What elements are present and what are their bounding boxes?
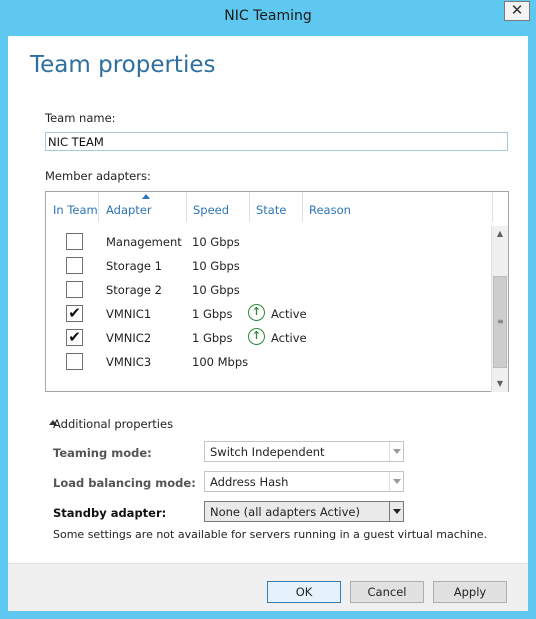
member-adapters-list: In Team Adapter Speed State Reason Manag…: [45, 191, 509, 392]
window-title: NIC Teaming: [224, 8, 312, 24]
standby-adapter-label: Standby adapter:: [53, 506, 167, 520]
column-divider[interactable]: [302, 192, 303, 222]
scroll-down-arrow-icon[interactable]: ▼: [492, 376, 508, 392]
column-divider[interactable]: [249, 192, 250, 222]
adapter-name: VMNIC3: [106, 355, 152, 369]
sort-ascending-icon: [142, 194, 150, 199]
ok-button[interactable]: OK: [267, 581, 341, 603]
adapter-row-storage-1[interactable]: Storage 1 10 Gbps: [46, 254, 492, 278]
standby-adapter-value: None (all adapters Active): [210, 505, 360, 519]
additional-properties-toggle[interactable]: Additional properties: [53, 417, 173, 431]
button-bar: OK Cancel Apply: [8, 563, 528, 611]
in-team-checkbox-checked[interactable]: ✔: [66, 305, 83, 322]
vertical-scrollbar[interactable]: ▲ ≡ ▼: [491, 226, 508, 392]
adapter-name: Storage 1: [106, 259, 162, 273]
page-title: Team properties: [30, 52, 216, 78]
active-arrow-up-icon: ↑: [248, 328, 265, 345]
adapter-speed: 1 Gbps: [192, 331, 233, 345]
adapter-speed: 10 Gbps: [192, 283, 240, 297]
adapter-row-vmnic1[interactable]: ✔ VMNIC1 1 Gbps ↑ Active: [46, 302, 492, 326]
adapter-speed: 1 Gbps: [192, 307, 233, 321]
team-name-label: Team name:: [45, 111, 116, 125]
grip-icon: ≡: [497, 317, 504, 326]
column-header-adapter[interactable]: Adapter: [106, 203, 152, 217]
adapter-row-vmnic3[interactable]: VMNIC3 100 Mbps: [46, 350, 492, 374]
title-bar[interactable]: NIC Teaming ✕: [0, 0, 536, 36]
guest-vm-note: Some settings are not available for serv…: [53, 528, 488, 541]
member-adapters-label: Member adapters:: [45, 169, 151, 183]
close-button[interactable]: ✕: [504, 1, 530, 21]
dropdown-arrow-icon[interactable]: [389, 502, 403, 521]
in-team-checkbox[interactable]: [66, 281, 83, 298]
adapter-speed: 10 Gbps: [192, 235, 240, 249]
standby-adapter-select[interactable]: None (all adapters Active): [204, 501, 404, 522]
nic-teaming-window: NIC Teaming ✕ Team properties Team name:…: [0, 0, 536, 619]
scrollbar-thumb[interactable]: ≡: [493, 276, 507, 368]
column-header-state[interactable]: State: [256, 203, 286, 217]
adapter-speed: 100 Mbps: [192, 355, 249, 369]
dialog-body: Team properties Team name: Member adapte…: [8, 36, 528, 611]
adapter-state: Active: [271, 331, 307, 345]
load-balancing-value: Address Hash: [210, 475, 289, 489]
adapter-name: VMNIC1: [106, 307, 152, 321]
dropdown-arrow-icon[interactable]: [389, 472, 403, 491]
active-arrow-up-icon: ↑: [248, 304, 265, 321]
load-balancing-label: Load balancing mode:: [53, 476, 196, 490]
in-team-checkbox[interactable]: [66, 353, 83, 370]
column-header-reason[interactable]: Reason: [309, 203, 351, 217]
column-divider[interactable]: [492, 192, 493, 222]
adapter-row-vmnic2[interactable]: ✔ VMNIC2 1 Gbps ↑ Active: [46, 326, 492, 350]
adapter-speed: 10 Gbps: [192, 259, 240, 273]
adapter-row-management[interactable]: Management 10 Gbps: [46, 230, 492, 254]
in-team-checkbox[interactable]: [66, 233, 83, 250]
teaming-mode-value: Switch Independent: [210, 445, 325, 459]
adapter-state: Active: [271, 307, 307, 321]
scroll-up-arrow-icon[interactable]: ▲: [492, 226, 508, 242]
adapter-row-storage-2[interactable]: Storage 2 10 Gbps: [46, 278, 492, 302]
adapter-name: VMNIC2: [106, 331, 152, 345]
in-team-checkbox[interactable]: [66, 257, 83, 274]
adapter-name: Storage 2: [106, 283, 162, 297]
column-divider[interactable]: [98, 192, 99, 222]
apply-button[interactable]: Apply: [433, 581, 507, 603]
teaming-mode-label: Teaming mode:: [53, 446, 152, 460]
teaming-mode-select[interactable]: Switch Independent: [204, 441, 404, 462]
column-divider[interactable]: [186, 192, 187, 222]
column-header-speed[interactable]: Speed: [193, 203, 229, 217]
adapter-name: Management: [106, 235, 182, 249]
load-balancing-select[interactable]: Address Hash: [204, 471, 404, 492]
in-team-checkbox-checked[interactable]: ✔: [66, 329, 83, 346]
column-header-in-team[interactable]: In Team: [53, 203, 98, 217]
team-name-input[interactable]: [45, 132, 508, 151]
cancel-button[interactable]: Cancel: [350, 581, 424, 603]
dropdown-arrow-icon[interactable]: [389, 442, 403, 461]
